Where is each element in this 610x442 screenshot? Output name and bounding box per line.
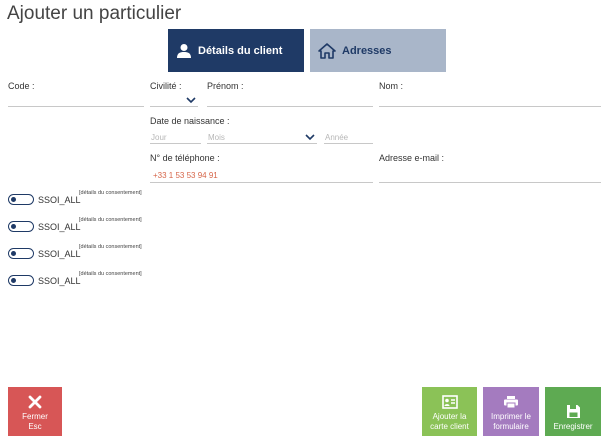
lastname-label: Nom : [379, 81, 404, 91]
consent-toggle[interactable] [8, 194, 34, 205]
civility-label: Civilité : [150, 81, 182, 91]
tab-client-details[interactable]: Détails du client [168, 29, 304, 72]
year-underline [324, 143, 373, 144]
consent-toggle[interactable] [8, 275, 34, 286]
day-input[interactable]: Jour [151, 133, 167, 142]
tab-addresses[interactable]: Adresses [310, 29, 446, 72]
consent-toggle[interactable] [8, 221, 34, 232]
id-card-icon [441, 395, 458, 409]
day-underline [150, 143, 201, 144]
consent-label: SSOI_ALL [38, 222, 81, 232]
phone-underline [150, 182, 373, 183]
month-underline [207, 143, 317, 144]
add-client-card-label-2: carte client [430, 422, 469, 431]
add-client-card-button[interactable]: Ajouter la carte client [422, 387, 477, 436]
add-client-card-label-1: Ajouter la [432, 412, 467, 421]
consent-details-link[interactable]: [détails du consentement] [79, 190, 142, 196]
home-icon [318, 42, 336, 59]
firstname-label: Prénom : [207, 81, 244, 91]
toggle-knob [11, 250, 16, 256]
print-form-label-1: Imprimer le [490, 412, 531, 421]
month-select[interactable]: Mois [208, 133, 225, 142]
civility-select[interactable] [150, 106, 198, 107]
birthdate-label: Date de naissance : [150, 116, 230, 126]
page-title: Ajouter un particulier [7, 3, 182, 24]
phone-input[interactable]: +33 1 53 53 94 91 [153, 171, 218, 180]
lastname-input[interactable] [379, 106, 601, 107]
print-form-label-2: formulaire [493, 422, 529, 431]
tab-addresses-label: Adresses [342, 44, 392, 57]
toggle-knob [11, 196, 16, 202]
save-button-label: Enregistrer [553, 422, 593, 431]
save-button[interactable]: Enregistrer [545, 387, 601, 436]
consent-label: SSOI_ALL [38, 276, 81, 286]
firstname-input[interactable] [207, 106, 373, 107]
person-icon [177, 43, 191, 58]
email-label: Adresse e-mail : [379, 153, 445, 163]
phone-label: N° de téléphone : [150, 153, 220, 163]
code-label: Code : [8, 81, 35, 91]
floppy-disk-icon [566, 405, 580, 418]
tab-client-details-label: Détails du client [198, 44, 283, 57]
chevron-down-icon[interactable] [305, 134, 315, 141]
email-input[interactable] [379, 182, 601, 183]
chevron-down-icon[interactable] [186, 97, 196, 104]
printer-icon [504, 396, 518, 409]
code-input[interactable] [8, 106, 144, 107]
consent-label: SSOI_ALL [38, 249, 81, 259]
consent-details-link[interactable]: [détails du consentement] [79, 271, 142, 277]
year-input[interactable]: Année [325, 133, 348, 142]
consent-label: SSOI_ALL [38, 195, 81, 205]
consent-toggle[interactable] [8, 248, 34, 259]
close-button-label: Fermer [22, 412, 48, 421]
close-icon [28, 395, 42, 409]
print-form-button[interactable]: Imprimer le formulaire [483, 387, 539, 436]
toggle-knob [11, 223, 16, 229]
toggle-knob [11, 277, 16, 283]
close-button-shortcut: Esc [28, 422, 42, 431]
close-button[interactable]: Fermer Esc [8, 387, 62, 436]
consent-details-link[interactable]: [détails du consentement] [79, 217, 142, 223]
consent-details-link[interactable]: [détails du consentement] [79, 244, 142, 250]
